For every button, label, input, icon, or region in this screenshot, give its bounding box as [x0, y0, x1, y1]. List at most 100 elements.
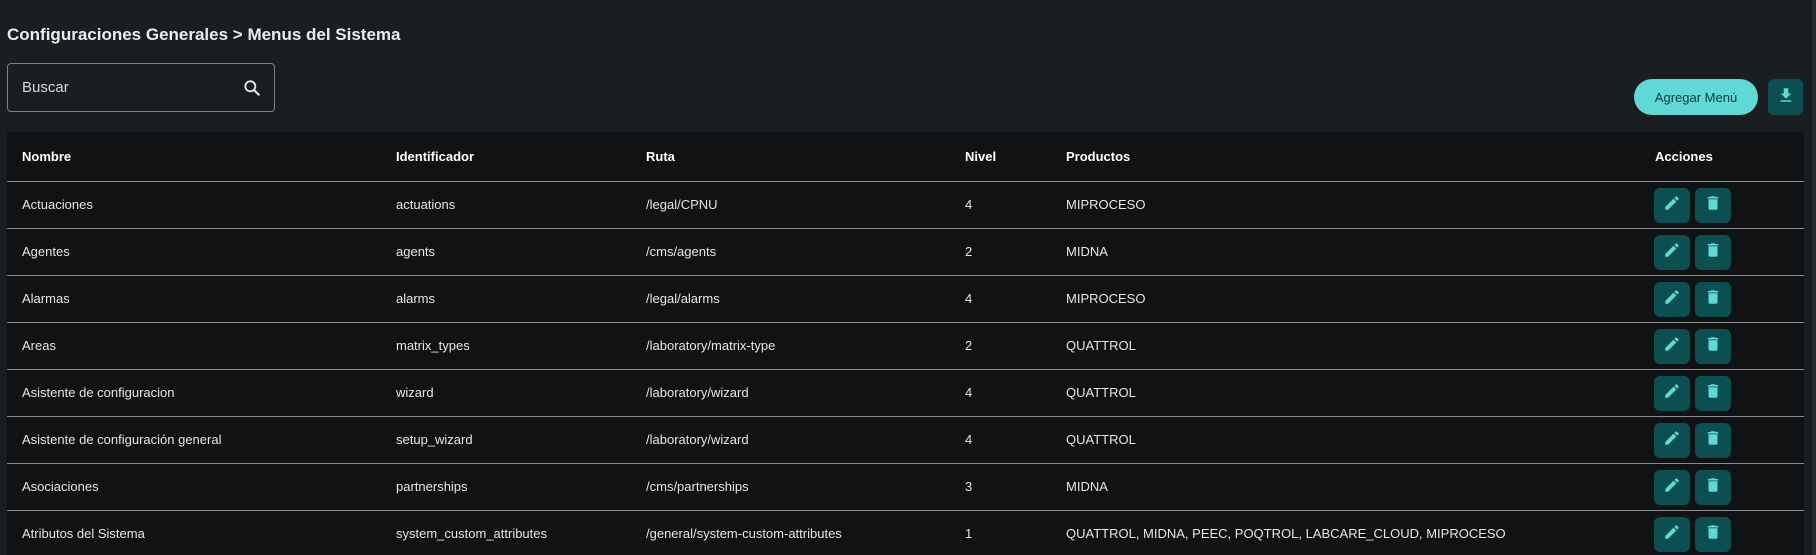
pencil-icon [1663, 194, 1681, 217]
row-actions [1654, 376, 1731, 411]
delete-button[interactable] [1695, 517, 1731, 552]
cell-nombre: Actuaciones [22, 197, 93, 212]
cell-nombre: Atributos del Sistema [22, 526, 145, 541]
edit-button[interactable] [1654, 188, 1690, 223]
cell-ruta: /laboratory/wizard [646, 432, 749, 447]
cell-nombre: Alarmas [22, 291, 70, 306]
edit-button[interactable] [1654, 517, 1690, 552]
cell-identificador: partnerships [396, 479, 468, 494]
pencil-icon [1663, 288, 1681, 311]
cell-identificador: setup_wizard [396, 432, 473, 447]
delete-button[interactable] [1695, 235, 1731, 270]
cell-identificador: matrix_types [396, 338, 470, 353]
page-title: Configuraciones Generales > Menus del Si… [7, 25, 401, 44]
delete-button[interactable] [1695, 188, 1731, 223]
cell-productos: MIDNA [1066, 479, 1108, 494]
row-actions [1654, 423, 1731, 458]
pencil-icon [1663, 382, 1681, 405]
trash-icon [1704, 476, 1722, 499]
menus-table: Nombre Identificador Ruta Nivel Producto… [7, 132, 1804, 555]
cell-nivel: 1 [965, 526, 973, 541]
table-row: Actuaciones actuations/legal/CPNU 4 MIPROCE… [7, 182, 1804, 229]
scrollbar[interactable] [1812, 0, 1816, 555]
pencil-icon [1663, 476, 1681, 499]
cell-nivel: 3 [965, 479, 973, 494]
table-body: Actuaciones actuations/legal/CPNU 4 MIPROCE… [7, 182, 1804, 555]
cell-identificador: system_custom_attributes [396, 526, 548, 541]
table-header: Nombre Identificador Ruta Nivel Producto… [7, 132, 1804, 182]
edit-button[interactable] [1654, 470, 1690, 505]
trash-icon [1704, 194, 1722, 217]
row-actions [1654, 282, 1731, 317]
cell-ruta: /legal/CPNU [646, 197, 718, 212]
table-row: Alarmas alarms/legal/alarms 4 MIPROCESO [7, 276, 1804, 323]
header-productos[interactable]: Productos [1066, 132, 1130, 181]
delete-button[interactable] [1695, 376, 1731, 411]
edit-button[interactable] [1654, 423, 1690, 458]
cell-nombre: Asistente de configuracion [22, 385, 175, 400]
table-row: Asistente de configuración general setup_… [7, 417, 1804, 464]
cell-productos: MIPROCESO [1066, 291, 1146, 306]
cell-ruta: /laboratory/matrix-type [646, 338, 776, 353]
trash-icon [1704, 382, 1722, 405]
add-menu-button[interactable]: Agregar Menú [1634, 79, 1758, 115]
cell-nivel: 2 [965, 244, 973, 259]
cell-nombre: Asociaciones [22, 479, 99, 494]
cell-productos: MIDNA [1066, 244, 1108, 259]
search-input[interactable] [8, 64, 242, 111]
cell-nivel: 4 [965, 432, 973, 447]
search-box[interactable] [7, 63, 275, 112]
edit-button[interactable] [1654, 235, 1690, 270]
cell-ruta: /general/system-custom-attributes [646, 526, 842, 541]
header-nombre[interactable]: Nombre [22, 132, 71, 181]
pencil-icon [1663, 523, 1681, 546]
cell-productos: MIPROCESO [1066, 197, 1146, 212]
cell-nombre: Agentes [22, 244, 70, 259]
table-row: Areas matrix_types/laboratory/matrix-type… [7, 323, 1804, 370]
cell-productos: QUATTROL [1066, 432, 1136, 447]
delete-button[interactable] [1695, 282, 1731, 317]
cell-nivel: 2 [965, 338, 973, 353]
cell-productos: QUATTROL [1066, 338, 1136, 353]
row-actions [1654, 329, 1731, 364]
edit-button[interactable] [1654, 376, 1690, 411]
row-actions [1654, 517, 1731, 552]
cell-productos: QUATTROL, MIDNA, PEEC, POQTROL, LABCARE_… [1066, 526, 1506, 541]
delete-button[interactable] [1695, 329, 1731, 364]
row-actions [1654, 470, 1731, 505]
trash-icon [1704, 335, 1722, 358]
cell-productos: QUATTROL [1066, 385, 1136, 400]
trash-icon [1704, 241, 1722, 264]
table-row: Atributos del Sistema system_custom_attri… [7, 511, 1804, 555]
cell-nivel: 4 [965, 385, 973, 400]
table-row: Asociaciones partnerships/cms/partnership… [7, 464, 1804, 511]
row-actions [1654, 235, 1731, 270]
cell-nombre: Areas [22, 338, 56, 353]
table-row: Agentes agents/cms/agents 2 MIDNA [7, 229, 1804, 276]
cell-nivel: 4 [965, 291, 973, 306]
table-row: Asistente de configuracion wizard/laborat… [7, 370, 1804, 417]
header-ruta[interactable]: Ruta [646, 132, 675, 181]
cell-nivel: 4 [965, 197, 973, 212]
pencil-icon [1663, 429, 1681, 452]
cell-ruta: /cms/agents [646, 244, 717, 259]
pencil-icon [1663, 335, 1681, 358]
download-icon [1777, 86, 1795, 109]
edit-button[interactable] [1654, 282, 1690, 317]
cell-ruta: /cms/partnerships [646, 479, 749, 494]
header-identificador[interactable]: Identificador [396, 132, 474, 181]
cell-ruta: /laboratory/wizard [646, 385, 749, 400]
edit-button[interactable] [1654, 329, 1690, 364]
search-icon[interactable] [242, 78, 262, 98]
trash-icon [1704, 429, 1722, 452]
download-button[interactable] [1768, 79, 1803, 115]
trash-icon [1704, 288, 1722, 311]
pencil-icon [1663, 241, 1681, 264]
row-actions [1654, 188, 1731, 223]
cell-identificador: wizard [396, 385, 434, 400]
header-nivel[interactable]: Nivel [965, 132, 996, 181]
delete-button[interactable] [1695, 470, 1731, 505]
cell-identificador: agents [396, 244, 436, 259]
cell-ruta: /legal/alarms [646, 291, 720, 306]
delete-button[interactable] [1695, 423, 1731, 458]
